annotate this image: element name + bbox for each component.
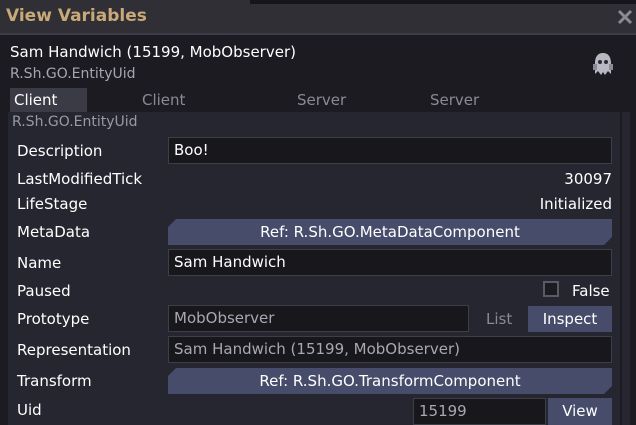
last-modified-tick-label: LastModifiedTick: [17, 170, 143, 188]
representation-label: Representation: [17, 341, 131, 359]
paused-checkbox[interactable]: [543, 281, 559, 297]
metadata-label: MetaData: [17, 223, 91, 241]
background-strip: [250, 0, 636, 4]
scrollbar[interactable]: [622, 112, 630, 425]
uid-view-button[interactable]: View: [548, 398, 612, 425]
name-field[interactable]: Sam Handwich: [168, 249, 612, 276]
transform-label: Transform: [17, 372, 92, 390]
transform-ref-button[interactable]: Ref: R.Sh.GO.TransformComponent: [168, 368, 612, 394]
ghost-sprite-icon: [590, 50, 616, 80]
uid-field[interactable]: 15199: [413, 398, 546, 425]
tab-server-variables[interactable]: Server Variables: [297, 88, 366, 133]
life-stage-label: LifeStage: [17, 195, 88, 213]
prototype-inspect-button[interactable]: Inspect: [528, 306, 612, 332]
name-label: Name: [17, 254, 62, 272]
description-label: Description: [17, 142, 103, 160]
prototype-label: Prototype: [17, 310, 90, 328]
window-title: View Variables: [6, 6, 147, 26]
tab-client-components[interactable]: Client Components: [142, 88, 237, 133]
prototype-field[interactable]: MobObserver: [168, 305, 469, 332]
object-path: R.Sh.GO.EntityUid: [12, 114, 138, 130]
entity-type: R.Sh.GO.EntityUid: [10, 66, 136, 82]
last-modified-tick-value: 30097: [564, 170, 612, 188]
tab-server-components[interactable]: Server Components: [430, 88, 525, 133]
life-stage-value: Initialized: [539, 195, 612, 213]
representation-field[interactable]: Sam Handwich (15199, MobObserver): [168, 336, 612, 363]
metadata-ref-button[interactable]: Ref: R.Sh.GO.MetaDataComponent: [168, 219, 612, 245]
tab-client-variables[interactable]: Client Variables: [10, 88, 87, 133]
description-field[interactable]: Boo!: [168, 137, 612, 164]
prototype-list-button[interactable]: List: [486, 310, 512, 328]
close-icon[interactable]: [614, 4, 636, 28]
entity-name: Sam Handwich (15199, MobObserver): [10, 43, 296, 61]
paused-label: Paused: [17, 282, 71, 300]
uid-label: Uid: [17, 401, 42, 419]
paused-value: False: [572, 282, 610, 300]
